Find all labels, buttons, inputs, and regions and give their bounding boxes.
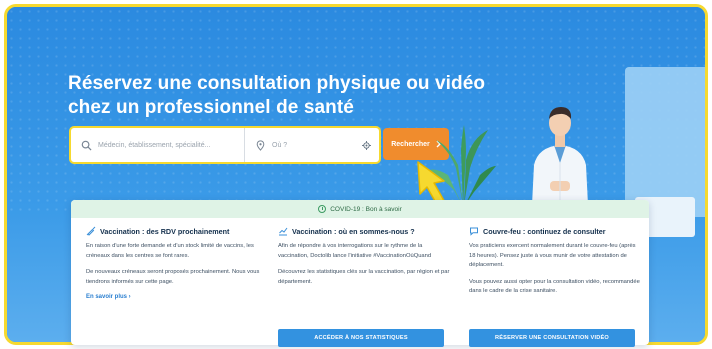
headline-line-2: chez un professionnel de santé: [68, 97, 354, 118]
search-button-label: Rechercher: [391, 140, 430, 148]
chat-icon: [470, 227, 478, 236]
location-pin-icon: [256, 139, 265, 151]
card-body: En raison d'une forte demande et d'un st…: [86, 242, 260, 287]
search-bar: Médecin, établissement, spécialité... Où…: [69, 126, 381, 164]
book-video-consultation-button[interactable]: RÉSERVER UNE CONSULTATION VIDÉO: [469, 329, 635, 347]
info-icon: [318, 205, 327, 213]
card-paragraph: Vos praticiens exercent normalement dura…: [469, 243, 636, 268]
card-body: Vos praticiens exercent normalement dura…: [469, 242, 643, 297]
decorative-panel: [625, 67, 705, 217]
card-title-text: Couvre-feu : continuez de consulter: [483, 226, 606, 236]
covid-banner: COVID-19 : Bon à savoir: [71, 200, 649, 218]
card-body: Afin de répondre à vos interrogations su…: [278, 242, 452, 287]
card-title: Couvre-feu : continuez de consulter: [469, 226, 643, 236]
syringe-icon: [86, 226, 96, 236]
card-title-text: Vaccination : où en sommes-nous ?: [292, 226, 415, 236]
card-vaccination-stats: Vaccination : où en sommes-nous ? Afin d…: [278, 226, 452, 294]
chart-icon: [279, 227, 288, 236]
card-paragraph: En raison d'une forte demande et d'un st…: [86, 243, 254, 259]
card-curfew: Couvre-feu : continuez de consulter Vos …: [469, 226, 643, 304]
hero-headline: Réservez une consultation physique ou vi…: [68, 72, 485, 120]
learn-more-link[interactable]: En savoir plus ›: [86, 294, 260, 300]
card-paragraph: De nouveaux créneaux seront proposés pro…: [86, 269, 260, 285]
statistics-button[interactable]: ACCÉDER À NOS STATISTIQUES: [278, 329, 444, 347]
search-query-input[interactable]: Médecin, établissement, spécialité...: [98, 142, 210, 149]
card-paragraph: Découvrez les statistiques clés sur la v…: [278, 269, 450, 285]
search-location-field[interactable]: Où ?: [245, 128, 379, 162]
card-vaccination-rdv: Vaccination : des RDV prochainement En r…: [86, 226, 260, 301]
search-query-field[interactable]: Médecin, établissement, spécialité...: [71, 128, 245, 162]
covid-banner-text: COVID-19 : Bon à savoir: [330, 205, 402, 213]
learn-more-link-text: En savoir plus: [86, 294, 128, 300]
search-icon: [81, 140, 92, 151]
card-title-text: Vaccination : des RDV prochainement: [100, 226, 230, 236]
headline-line-1: Réservez une consultation physique ou vi…: [68, 73, 486, 94]
card-title: Vaccination : des RDV prochainement: [86, 226, 260, 236]
card-title: Vaccination : où en sommes-nous ?: [278, 226, 452, 236]
geolocate-icon[interactable]: [362, 140, 371, 150]
search-location-input[interactable]: Où ?: [272, 142, 287, 149]
card-paragraph: Vous pouvez aussi opter pour la consulta…: [469, 278, 640, 295]
card-paragraph: Afin de répondre à vos interrogations su…: [278, 243, 432, 259]
